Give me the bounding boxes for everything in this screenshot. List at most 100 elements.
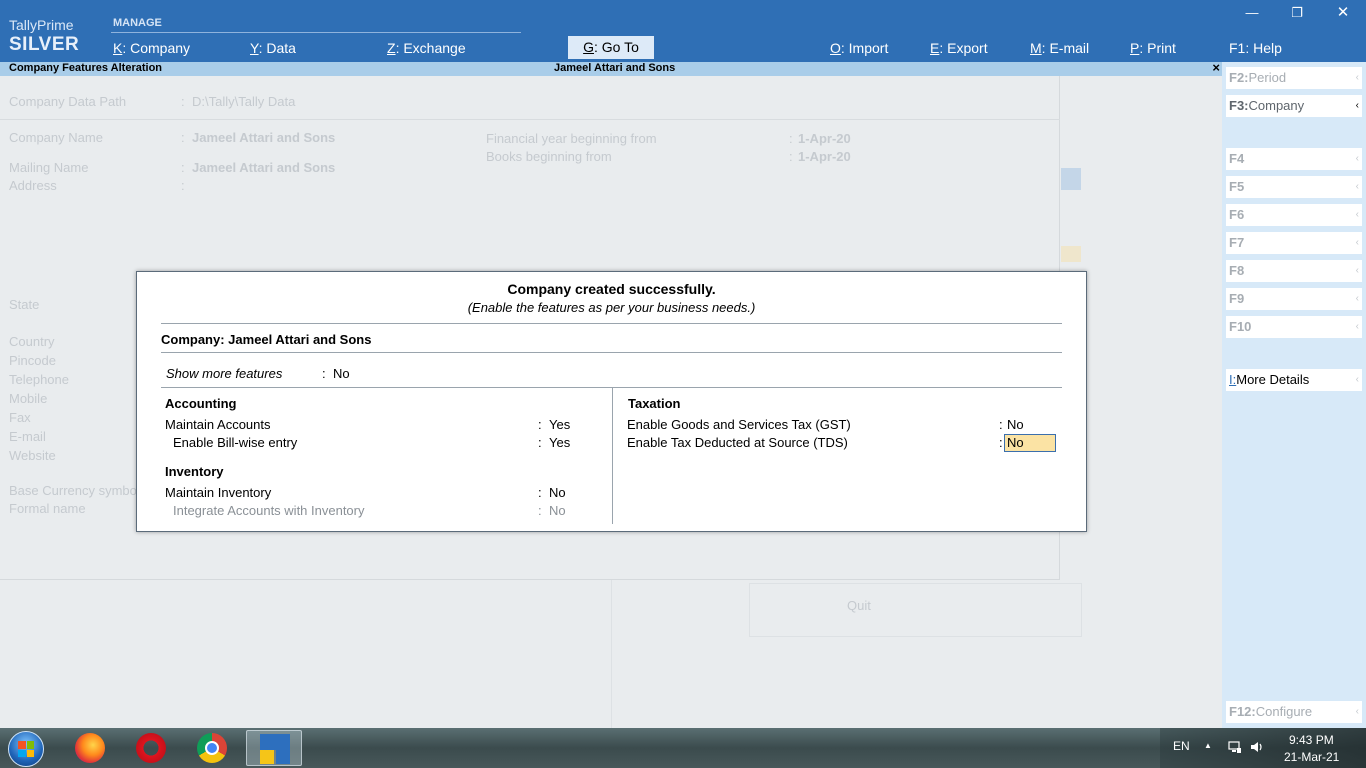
menu-help[interactable]: F1: Help [1229,40,1282,56]
maintain-inventory-label: Maintain Inventory [165,485,272,500]
tds-value-field[interactable]: No [1004,434,1056,452]
fy-value: 1-Apr-20 [798,131,851,146]
gst-value[interactable]: No [1007,417,1024,432]
inventory-heading: Inventory [165,464,224,479]
integrate-accounts-colon: : [538,503,542,518]
menu-exchange[interactable]: Z: Exchange [387,40,466,56]
tray-arrow-icon[interactable]: ▲ [1204,741,1212,750]
sidebar-period[interactable]: F2:Period ‹ [1226,67,1362,89]
dialog-company-line: Company: Jameel Attari and Sons [161,332,372,347]
maintain-accounts-value[interactable]: Yes [549,417,570,432]
dialog-column-divider [612,388,613,524]
quit-button[interactable]: Quit [847,598,871,613]
screen-company-name: Jameel Attari and Sons [554,62,676,74]
menu-print-label: Print [1147,40,1176,56]
chevron-left-icon: ‹ [1355,153,1359,164]
tds-label: Enable Tax Deducted at Source (TDS) [627,435,848,450]
dialog-title: Company created successfully. [507,281,716,297]
menu-import-label: Import [848,40,889,56]
company-name-value: Jameel Attari and Sons [192,130,336,145]
brand-name: TallyPrime [9,17,74,33]
menu-export-label: Export [947,40,988,56]
sidebar-more-details[interactable]: I:More Details ‹ [1226,369,1362,391]
sidebar-f7[interactable]: F7 ‹ [1226,232,1362,254]
menu-help-key: F1 [1229,40,1246,56]
menu-import[interactable]: O: Import [830,40,888,56]
integrate-accounts-label: Integrate Accounts with Inventory [173,503,365,518]
menu-email[interactable]: M: E-mail [1030,40,1089,56]
menu-print[interactable]: P: Print [1130,40,1176,56]
menu-export[interactable]: E: Export [930,40,988,56]
sidebar-period-key: F2: [1229,70,1249,85]
maintain-accounts-colon: : [538,417,542,432]
pincode-label: Pincode [9,353,56,368]
windows-start-icon[interactable] [8,731,44,767]
close-screen-icon[interactable]: × [1212,60,1220,75]
menu-exchange-label: Exchange [403,40,466,56]
taskbar-firefox[interactable] [62,730,118,766]
mailing-name-label: Mailing Name [9,160,89,175]
restore-icon[interactable]: ❐ [1287,5,1307,21]
state-label: State [9,297,40,312]
sidebar-f6[interactable]: F6 ‹ [1226,204,1362,226]
chevron-left-icon: ‹ [1355,237,1359,248]
fax-label: Fax [9,410,31,425]
sidebar-f8[interactable]: F8 ‹ [1226,260,1362,282]
dialog-divider [161,352,1062,353]
books-colon: : [789,149,793,164]
country-label: Country [9,334,55,349]
mailing-name-colon: : [181,160,185,175]
sidebar-configure-label: Configure [1255,704,1313,719]
integrate-accounts-value: No [549,503,566,518]
minimize-icon[interactable]: — [1242,5,1262,20]
menu-export-key: E [930,40,940,56]
language-indicator[interactable]: EN [1173,739,1190,753]
sidebar-f8-key: F8 [1229,263,1245,278]
menu-data[interactable]: Y: Data [250,40,296,56]
maintain-accounts-label: Maintain Accounts [165,417,271,432]
close-window-icon[interactable]: ✕ [1333,3,1353,21]
volume-icon[interactable] [1250,740,1264,757]
clock-time[interactable]: 9:43 PM [1289,733,1334,747]
sidebar-f5-key: F5 [1229,179,1245,194]
taskbar-opera[interactable] [123,730,179,766]
chevron-left-icon: ‹ [1355,293,1359,304]
taskbar-chrome[interactable] [184,730,240,766]
screen-title-strip: Company Features Alteration Jameel Attar… [0,60,1222,76]
books-label: Books beginning from [486,149,612,164]
show-more-features-value[interactable]: No [333,366,350,381]
sidebar-f9-key: F9 [1229,291,1245,306]
manage-divider [111,32,521,33]
top-bar: TallyPrime SILVER MANAGE K: Company Y: D… [0,0,1366,62]
taskbar-tallyprime[interactable] [246,730,302,766]
company-features-dialog: Company created successfully. (Enable th… [136,271,1087,532]
menu-company-key: K [113,40,123,56]
email-label: E-mail [9,429,46,444]
sidebar-company[interactable]: F3:Company ‹ [1226,95,1362,117]
books-value: 1-Apr-20 [798,149,851,164]
menu-import-key: O [830,40,841,56]
maintain-inventory-value[interactable]: No [549,485,566,500]
bill-wise-entry-value[interactable]: Yes [549,435,570,450]
show-more-features-label: Show more features [166,366,283,381]
data-path-label: Company Data Path [9,94,127,109]
chevron-left-icon: ‹ [1355,706,1359,717]
sidebar-f4[interactable]: F4 ‹ [1226,148,1362,170]
menu-company[interactable]: K: Company [113,40,190,56]
sidebar-f10[interactable]: F10 ‹ [1226,316,1362,338]
firefox-icon [75,733,105,763]
menu-exchange-key: Z [387,40,396,56]
menu-data-label: Data [266,40,296,56]
chevron-left-icon: ‹ [1355,209,1359,220]
goto-label: Go To [601,39,639,55]
sidebar-f9[interactable]: F9 ‹ [1226,288,1362,310]
fy-label: Financial year beginning from [486,131,657,146]
network-icon[interactable] [1228,740,1242,757]
goto-button[interactable]: G: Go To [568,36,654,59]
clock-date[interactable]: 21-Mar-21 [1284,750,1339,764]
bg-divider [611,580,612,728]
sidebar-configure[interactable]: F12:Configure ‹ [1226,701,1362,723]
quit-box: Quit [749,583,1082,637]
sidebar-f5[interactable]: F5 ‹ [1226,176,1362,198]
windows-taskbar: EN ▲ 9:43 PM 21-Mar-21 [0,728,1366,768]
